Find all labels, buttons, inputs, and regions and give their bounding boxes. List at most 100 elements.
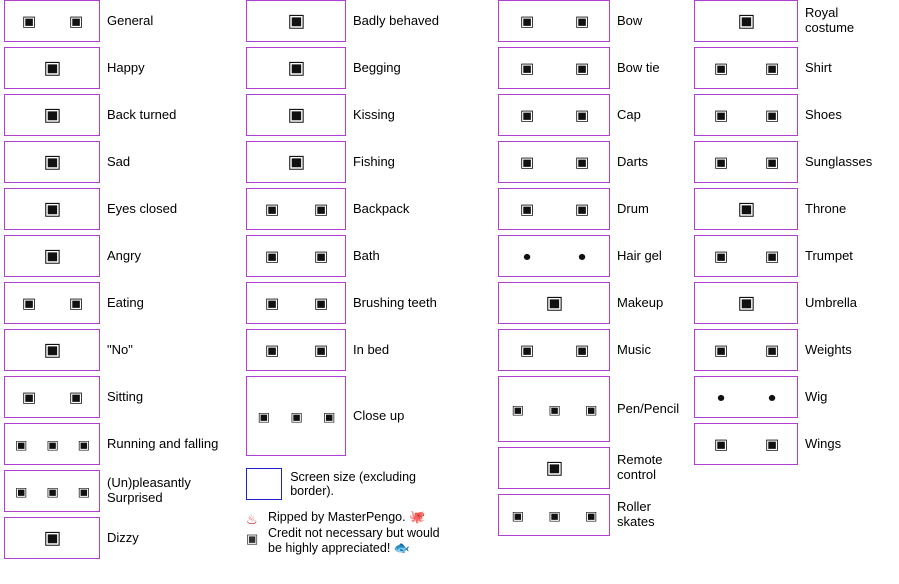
sprite-icon: ▣ [246,531,259,546]
sprite-glyph: ▣ [764,435,779,453]
sprite-glyph: ▣ [519,200,534,218]
sprite-glyph: ▣ [264,247,279,265]
sprite-row: ▣ ▣ Sitting [4,376,244,418]
sprite-row: ▣ ▣ In bed [246,329,446,371]
sprite-cell: ▣ ▣ ▣ [498,376,610,442]
sprite-cell: ▣ ▣ [498,188,610,230]
sprite-row: ▣ ▣ ▣ Close up [246,376,446,456]
screen-size-swatch [246,468,283,500]
sprite-row: ▣ ▣ Bow tie [498,47,698,89]
sprite-glyph: ● [767,388,776,406]
sprite-glyph: ▣ [548,507,560,523]
sprite-cell: ▣ ▣ [246,282,346,324]
sprite-glyph: ▣ [264,294,279,312]
sprite-row: ▣ Kissing [246,94,446,136]
sprite-label: Sunglasses [805,153,873,169]
sprite-label: Begging [353,59,401,75]
sprite-glyph: ▣ [43,152,62,172]
sprite-label: Bath [353,247,380,263]
sprite-row: ▣ Back turned [4,94,244,136]
sprite-label: Eyes closed [107,200,178,216]
sprite-glyph: ▣ [77,436,90,452]
sprite-glyph: ▣ [68,12,83,30]
sprite-cell: ▣ ▣ [694,94,798,136]
sprite-label: Backpack [353,200,410,216]
sprite-glyph: ▣ [713,59,728,77]
credit-line-1: Ripped by MasterPengo. [268,510,406,524]
sprite-glyph: ▣ [574,341,589,359]
sprite-row: ▣ Happy [4,47,244,89]
sprite-cell: ▣ ▣ [246,329,346,371]
sprite-cell: ▣ ▣ [694,47,798,89]
sprite-glyph: ▣ [737,11,756,31]
sprite-label: Roller skates [617,499,655,529]
sprite-row: ▣ ▣ Shoes [694,94,899,136]
sprite-glyph: ▣ [713,106,728,124]
sprite-row: ▣ ▣ Cap [498,94,698,136]
sprite-glyph: ▣ [313,341,328,359]
sprite-cell: ▣ ▣ ▣ [4,423,100,465]
sprite-row: ▣ ▣ Shirt [694,47,899,89]
sprite-label: Eating [107,294,144,310]
sprite-cell: ▣ [4,329,100,371]
sprite-cell: ▣ [4,141,100,183]
sprite-row: ▣ ▣ Brushing teeth [246,282,446,324]
sprite-glyph: ▣ [548,401,560,417]
sprite-label: Darts [617,153,649,169]
sprite-cell: ▣ ▣ ▣ [498,494,610,536]
sprite-cell: ▣ [246,47,346,89]
sprite-cell: ▣ [4,47,100,89]
sprite-cell: ▣ ▣ [694,329,798,371]
sprite-cell: ▣ ▣ [694,423,798,465]
sprite-row: ▣ Throne [694,188,899,230]
sprite-cell: ▣ ▣ [694,141,798,183]
sprite-label: Wig [805,388,828,404]
sprite-cell: ▣ ▣ [4,282,100,324]
sprite-row: ▣ Remote control [498,447,698,489]
sprite-glyph: ▣ [313,200,328,218]
sprite-glyph: ▣ [519,106,534,124]
sprite-row: ▣ ▣ Eating [4,282,244,324]
sprite-cell: ▣ [4,235,100,277]
sprite-glyph: ▣ [43,528,62,548]
sprite-glyph: ▣ [713,247,728,265]
sprite-cell: ▣ [246,94,346,136]
sprite-row: ▣ ▣ Weights [694,329,899,371]
sprite-row: ▣ "No" [4,329,244,371]
sprite-glyph: ▣ [43,340,62,360]
sprite-glyph: ▣ [713,341,728,359]
sprite-label: Shoes [805,106,842,122]
sprite-glyph: ▣ [313,247,328,265]
sprite-glyph: ▣ [519,341,534,359]
sprite-row: ▣ Dizzy [4,517,244,559]
sprite-glyph: ● [577,247,586,265]
sprite-label: Drum [617,200,649,216]
sprite-label: Kissing [353,106,395,122]
sprite-cell: ▣ [4,94,100,136]
sprite-label: Trumpet [805,247,853,263]
sprite-cell: ▣ ▣ [694,235,798,277]
sprite-label: Dizzy [107,529,139,545]
sprite-glyph: ▣ [519,12,534,30]
screen-size-row: Screen size (excluding border). [246,468,446,500]
sprite-cell: ▣ ▣ [4,0,100,42]
sprite-glyph: ▣ [545,293,564,313]
sprite-glyph: ● [716,388,725,406]
sprite-label: Back turned [107,106,177,122]
sprite-row: ▣ ▣ Music [498,329,698,371]
sprite-glyph: ▣ [519,153,534,171]
sprite-glyph: ▣ [764,341,779,359]
sprite-glyph: ▣ [264,341,279,359]
sprite-row: ▣ ▣ ▣ Running and falling [4,423,244,465]
sprite-cell: ● ● [694,376,798,418]
sprite-glyph: ▣ [313,294,328,312]
sprite-label: Umbrella [805,294,858,310]
sprite-glyph: ▣ [257,408,270,424]
sprite-label: Bow tie [617,59,660,75]
sprite-cell: ▣ ▣ [498,141,610,183]
sprite-glyph: ▣ [15,436,27,452]
sprite-glyph: ▣ [322,408,335,424]
sprite-glyph: ▣ [21,12,36,30]
sprite-label: Throne [805,200,847,216]
sprite-glyph: ▣ [290,408,302,424]
